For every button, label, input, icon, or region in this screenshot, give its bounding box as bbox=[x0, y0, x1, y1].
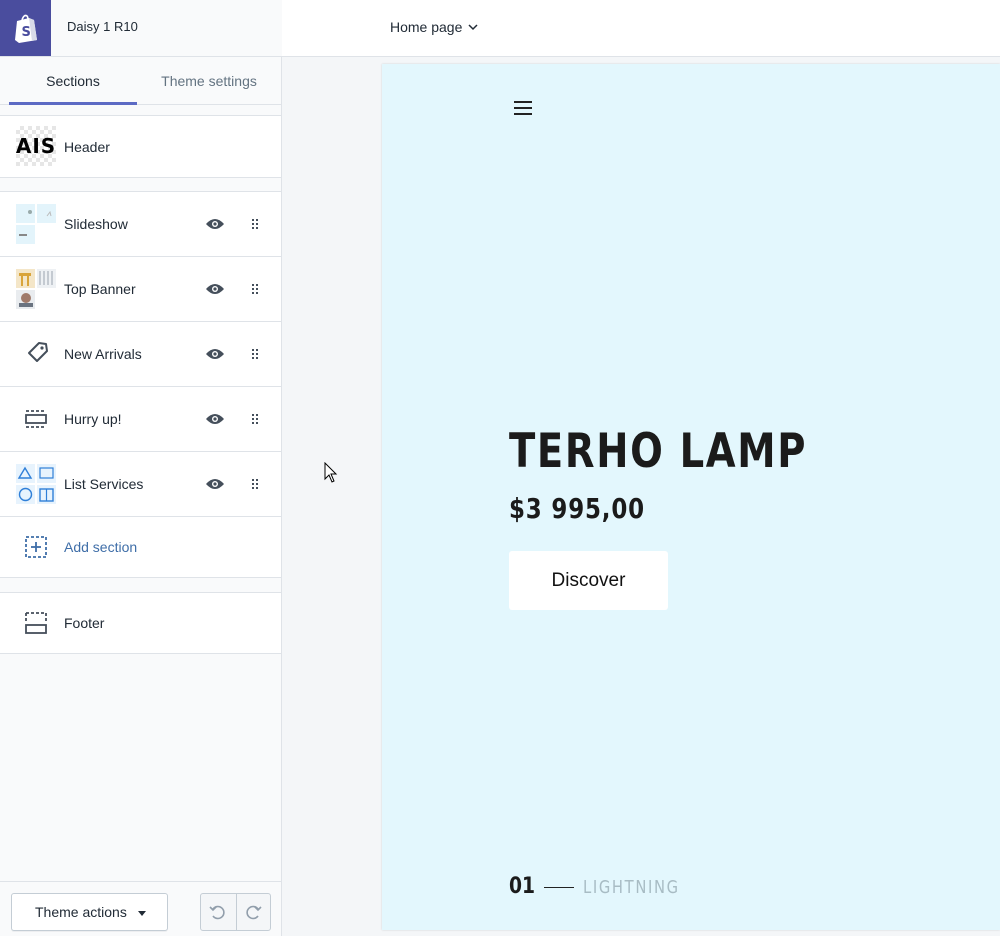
add-section-icon bbox=[25, 536, 47, 558]
theme-actions-button[interactable]: Theme actions bbox=[11, 893, 168, 931]
section-list-services[interactable]: List Services bbox=[0, 452, 281, 517]
theme-actions-label: Theme actions bbox=[35, 904, 127, 920]
section-label: Slideshow bbox=[64, 216, 128, 232]
slide-category: LIGHTNING bbox=[583, 877, 680, 898]
shopify-logo-icon[interactable]: S bbox=[0, 0, 51, 56]
section-label: Top Banner bbox=[64, 281, 136, 297]
slide-price: $3 995,00 bbox=[509, 492, 645, 525]
undo-button[interactable] bbox=[201, 894, 236, 930]
caret-down-icon bbox=[138, 911, 146, 916]
section-label: Footer bbox=[64, 615, 105, 631]
store-preview: TERHO LAMP $3 995,00 Discover 01 LIGHTNI… bbox=[382, 64, 1000, 930]
sidebar-bottom-bar: Theme actions bbox=[0, 881, 281, 936]
slideshow-thumbnail bbox=[16, 204, 56, 244]
tab-sections[interactable]: Sections bbox=[9, 57, 137, 105]
add-section-button[interactable]: Add section bbox=[0, 517, 281, 577]
drag-handle-icon[interactable] bbox=[250, 218, 260, 230]
list-services-thumbnail bbox=[16, 464, 56, 504]
undo-icon bbox=[209, 905, 225, 920]
section-slideshow[interactable]: Slideshow bbox=[0, 192, 281, 257]
header-thumb-text: AIS bbox=[15, 134, 57, 158]
top-banner-thumbnail bbox=[16, 269, 56, 309]
section-new-arrivals[interactable]: New Arrivals bbox=[0, 322, 281, 387]
drag-handle-icon[interactable] bbox=[250, 283, 260, 295]
sidebar: S Daisy 1 R10 Sections Theme settings AI… bbox=[0, 0, 282, 936]
redo-button[interactable] bbox=[235, 894, 271, 930]
hamburger-menu-icon[interactable] bbox=[514, 101, 532, 115]
eye-icon[interactable] bbox=[205, 477, 225, 491]
slide-title: TERHO LAMP bbox=[509, 424, 808, 479]
footer-layout-icon bbox=[25, 612, 47, 634]
eye-icon[interactable] bbox=[205, 217, 225, 231]
page-selector-label: Home page bbox=[390, 19, 463, 35]
drag-handle-icon[interactable] bbox=[250, 348, 260, 360]
add-section-label: Add section bbox=[64, 539, 138, 555]
slide-divider bbox=[544, 887, 574, 888]
sidebar-header: S Daisy 1 R10 bbox=[0, 0, 282, 57]
eye-icon[interactable] bbox=[205, 282, 225, 296]
section-hurry-up[interactable]: Hurry up! bbox=[0, 387, 281, 452]
drag-handle-icon[interactable] bbox=[250, 413, 260, 425]
svg-text:S: S bbox=[21, 25, 30, 40]
preview-toolbar: Home page bbox=[282, 0, 1000, 57]
tab-theme-settings[interactable]: Theme settings bbox=[137, 57, 281, 104]
section-top-banner[interactable]: Top Banner bbox=[0, 257, 281, 322]
discover-button[interactable]: Discover bbox=[509, 551, 668, 610]
content-sections-group: Slideshow Top Banner New Arrivals Hurry … bbox=[0, 191, 281, 578]
slide-number: 01 bbox=[509, 874, 536, 899]
section-footer[interactable]: Footer bbox=[0, 593, 281, 653]
section-label: New Arrivals bbox=[64, 346, 142, 362]
section-layout-icon bbox=[25, 410, 47, 428]
redo-icon bbox=[246, 905, 262, 920]
page-selector[interactable]: Home page bbox=[390, 19, 478, 35]
section-label: List Services bbox=[64, 476, 144, 492]
chevron-down-icon bbox=[468, 23, 478, 30]
store-name: Daisy 1 R10 bbox=[67, 19, 138, 34]
drag-handle-icon[interactable] bbox=[250, 478, 260, 490]
tag-icon bbox=[28, 342, 48, 362]
header-group: AIS Header bbox=[0, 115, 281, 178]
mouse-cursor-icon bbox=[324, 462, 338, 483]
section-label: Hurry up! bbox=[64, 411, 122, 427]
eye-icon[interactable] bbox=[205, 347, 225, 361]
section-label: Header bbox=[64, 138, 110, 155]
sidebar-tabs: Sections Theme settings bbox=[0, 57, 281, 105]
footer-group: Footer bbox=[0, 592, 281, 654]
undo-redo-group bbox=[200, 893, 271, 931]
header-thumbnail: AIS bbox=[16, 126, 56, 166]
eye-icon[interactable] bbox=[205, 412, 225, 426]
section-header[interactable]: AIS Header bbox=[0, 116, 281, 177]
